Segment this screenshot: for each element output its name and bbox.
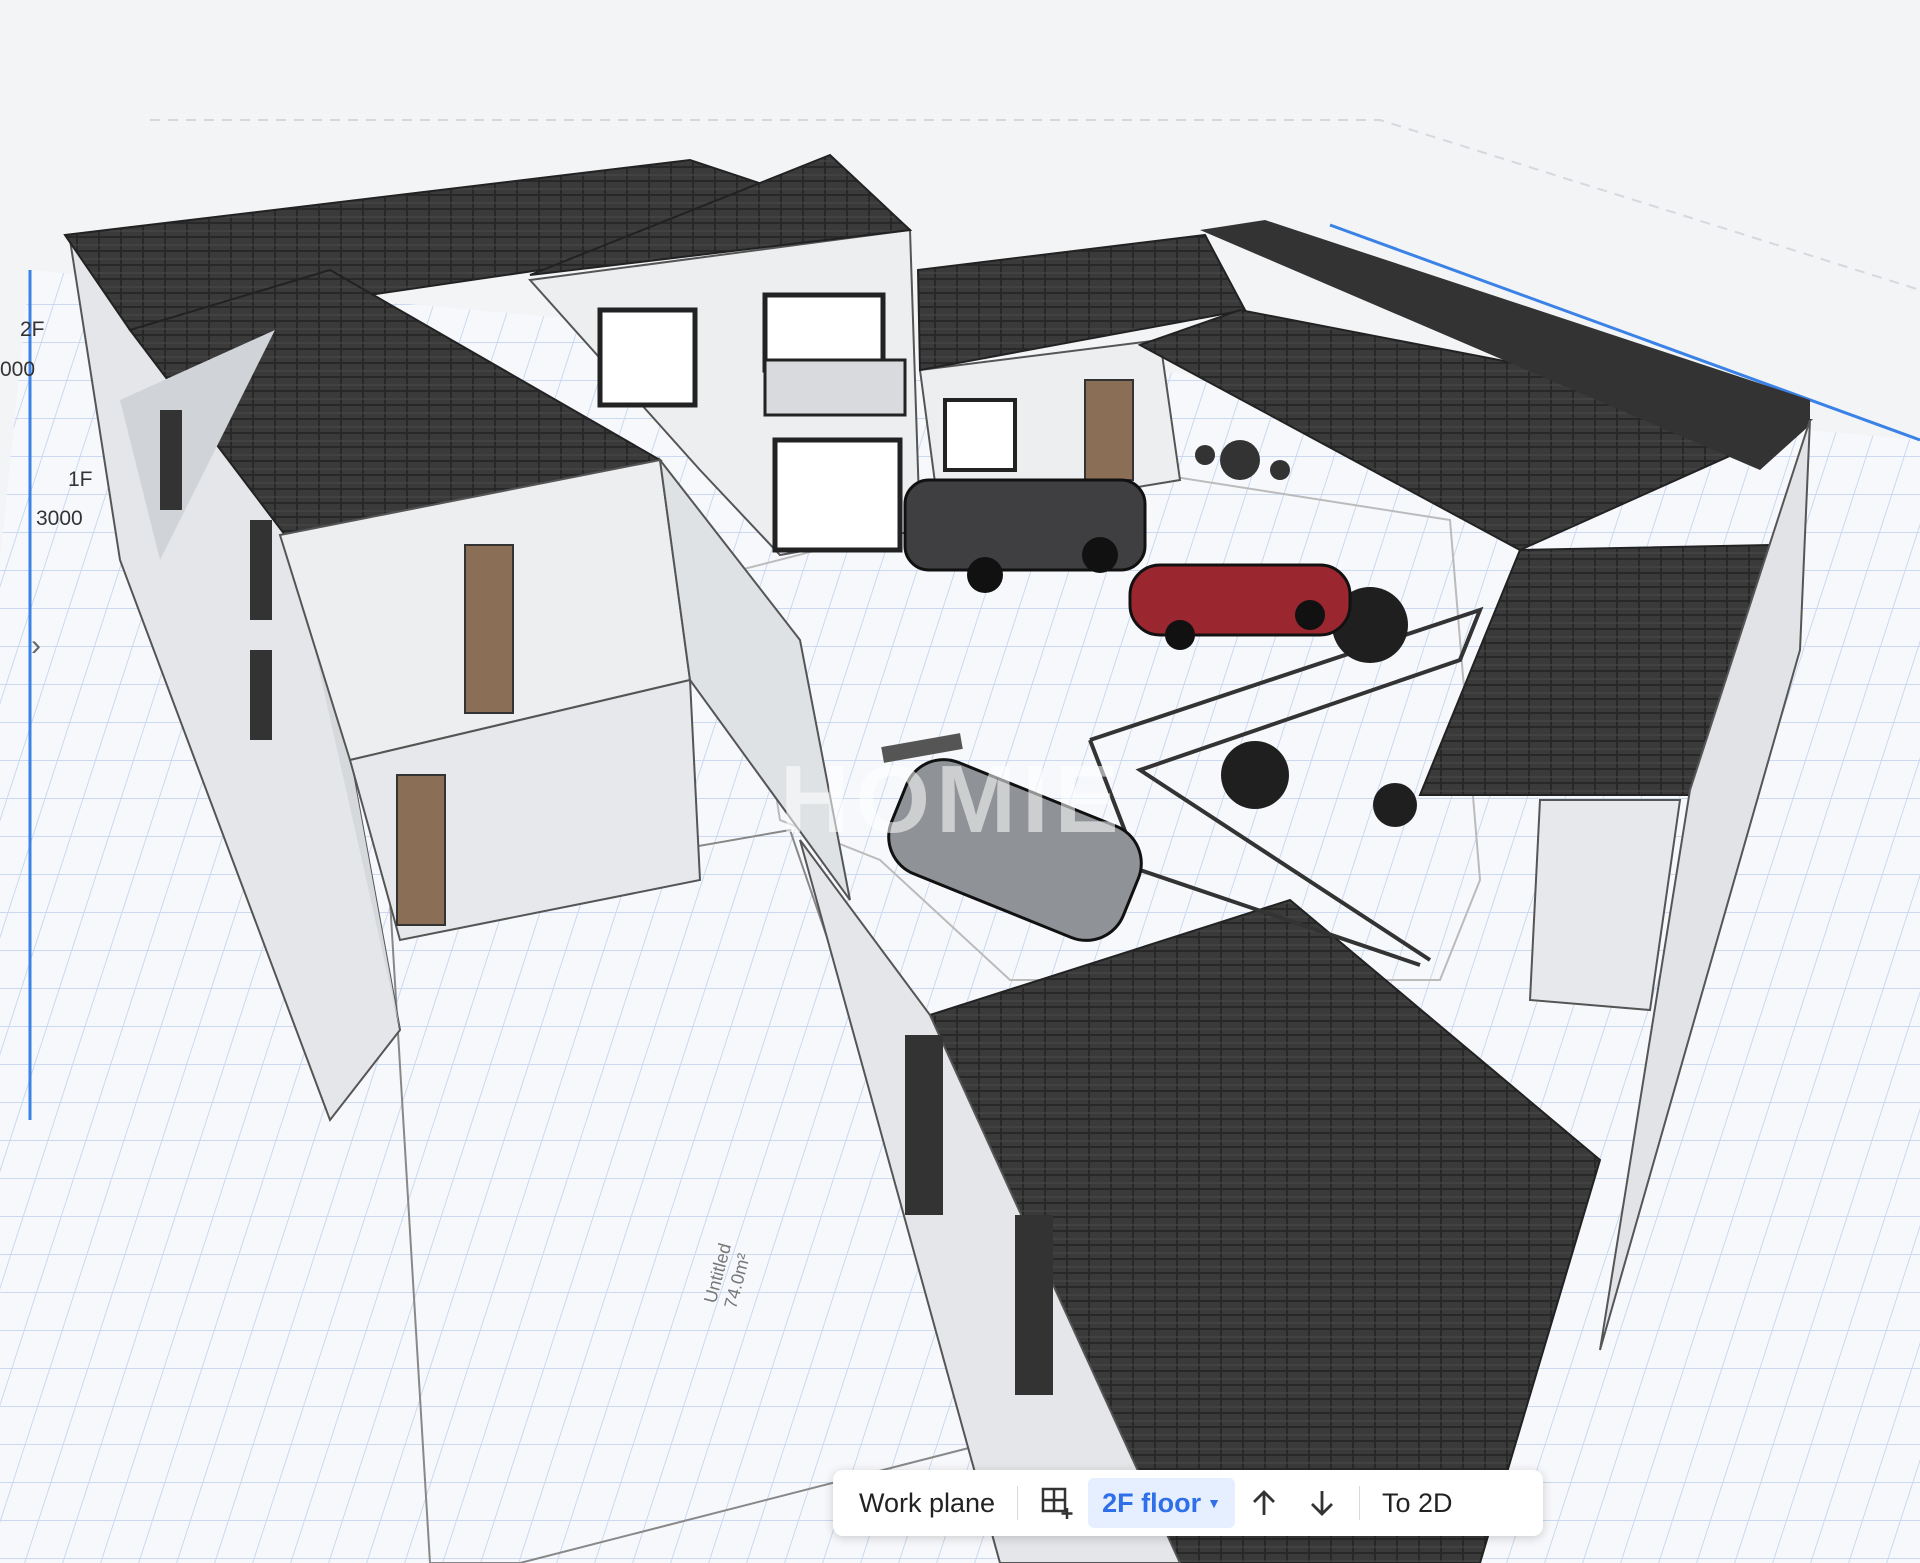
grid-add-icon [1041,1487,1073,1519]
view-toolbar: Work plane 2F floor ▼ To 2D [833,1470,1543,1536]
to-2d-button[interactable]: To 2D [1368,1478,1467,1528]
toolbar-divider [1017,1486,1019,1520]
floor-up-button[interactable] [1235,1478,1293,1528]
arrow-down-icon [1310,1491,1333,1516]
floor-down-button[interactable] [1293,1478,1351,1528]
add-grid-button[interactable] [1026,1478,1088,1528]
floor-select-label: 2F floor [1102,1487,1202,1518]
floor-select-dropdown[interactable]: 2F floor ▼ [1088,1478,1235,1528]
floor-1-height: 3000 [36,507,83,530]
floor-2-height: 000 [0,358,36,381]
expand-panel-button[interactable]: › [18,598,54,694]
caret-down-icon: ▼ [1207,1495,1221,1511]
toolbar-divider [1358,1486,1360,1520]
work-plane-button[interactable]: Work plane [845,1478,1009,1528]
watermark: HOMIE [780,746,1125,853]
chevron-right-icon: › [31,629,41,662]
arrow-up-icon [1252,1490,1275,1515]
floor-1-label: 1F [68,468,93,491]
floor-2-label: 2F [20,318,45,341]
